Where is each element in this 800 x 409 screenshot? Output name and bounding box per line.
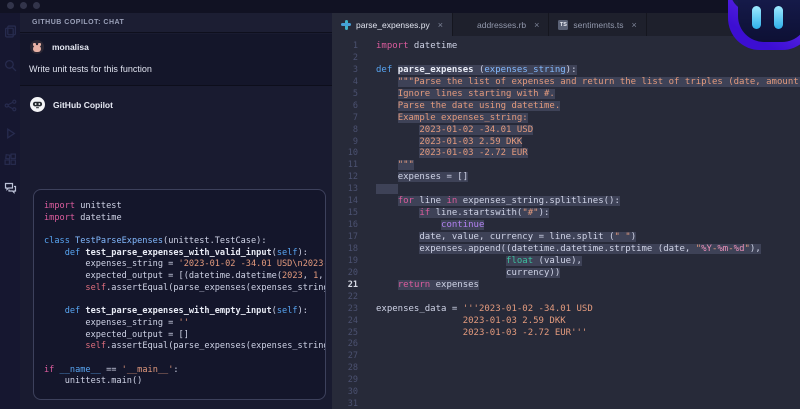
tab-label: parse_expenses.py [356,19,430,30]
chat-panel-title: GITHUB COPILOT: CHAT [20,13,332,33]
window-dot[interactable] [7,2,14,9]
mascot-eye-left [752,6,761,29]
code-editor[interactable]: 1 import datetime 2 3 def parse_expenses (ex… [332,36,800,409]
tab-sentiments-ts[interactable]: TS sentiments.ts × [549,13,647,36]
chat-code: import unittest import datetime class Test… [44,201,326,387]
user-name: monalisa [52,42,89,52]
assistant-name: GitHub Copilot [53,99,113,110]
activity-bar [0,13,20,409]
mascot-face [738,0,800,42]
chat-icon[interactable] [4,181,17,194]
copilot-chat-panel: GITHUB COPILOT: CHAT monalisa Write unit… [20,13,332,409]
chat-code-block: import unittest import datetime class Test… [33,189,326,400]
tab-label: addresses.rb [476,19,527,30]
run-debug-icon[interactable] [4,127,17,140]
copilot-mascot [700,0,800,60]
tab-close-icon[interactable]: × [438,20,443,30]
extensions-icon[interactable] [4,153,17,166]
user-avatar [30,40,44,54]
source-control-icon[interactable] [4,99,17,112]
tab-parse-expenses-py[interactable]: parse_expenses.py × [332,13,453,36]
python-icon [341,19,351,30]
files-icon[interactable] [4,25,17,38]
user-message-row: monalisa Write unit tests for this funct… [20,34,332,86]
window-control-dots[interactable] [7,2,40,9]
editor-code[interactable]: 1 import datetime 2 3 def parse_expenses (ex… [332,41,800,409]
window-dot[interactable] [33,2,40,9]
tab-close-icon[interactable]: × [631,20,636,30]
assistant-response-area: GitHub Copilot import unittest import dat… [20,87,332,409]
user-message: Write unit tests for this function [29,64,152,74]
mascot-eye-right [774,6,783,29]
copilot-avatar-icon [30,97,45,112]
tab-close-icon[interactable]: × [534,20,539,30]
tab-label: sentiments.ts [573,19,624,30]
search-icon[interactable] [4,59,17,72]
window-top-band [0,0,800,13]
window-dot[interactable] [20,2,27,9]
typescript-icon: TS [558,19,569,30]
tab-addresses-rb[interactable]: addresses.rb × [453,13,550,36]
ruby-icon [462,20,472,30]
